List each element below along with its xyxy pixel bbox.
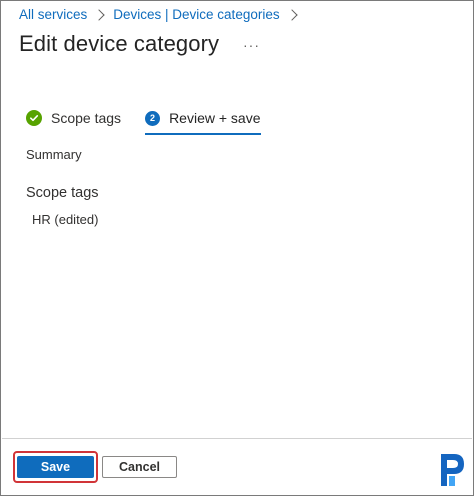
step-scope-tags[interactable]: Scope tags — [26, 105, 121, 131]
scope-tags-heading: Scope tags — [26, 185, 99, 201]
blade-panel: All services Devices | Device categories… — [0, 0, 474, 496]
more-options-button[interactable]: ··· — [243, 37, 260, 53]
footer-divider — [2, 438, 472, 439]
save-button[interactable]: Save — [17, 456, 94, 478]
chevron-right-icon — [93, 8, 105, 21]
step-scope-tags-label: Scope tags — [51, 110, 122, 126]
step-review-save[interactable]: 2 Review + save — [145, 105, 261, 135]
step-review-save-label: Review + save — [169, 110, 261, 126]
scope-tags-value: HR (edited) — [32, 212, 99, 227]
breadcrumb-device-categories[interactable]: Devices | Device categories — [113, 7, 279, 22]
summary-heading: Summary — [26, 147, 82, 162]
check-circle-icon — [26, 110, 42, 126]
wizard-steps: Scope tags 2 Review + save — [26, 105, 261, 135]
breadcrumb-all-services[interactable]: All services — [19, 7, 87, 22]
breadcrumb: All services Devices | Device categories — [19, 7, 306, 22]
step-number-badge: 2 — [145, 110, 161, 126]
chevron-right-icon — [285, 8, 298, 21]
brand-logo-icon — [441, 454, 464, 486]
page-title: Edit device category — [19, 31, 220, 56]
cancel-button[interactable]: Cancel — [102, 456, 177, 478]
